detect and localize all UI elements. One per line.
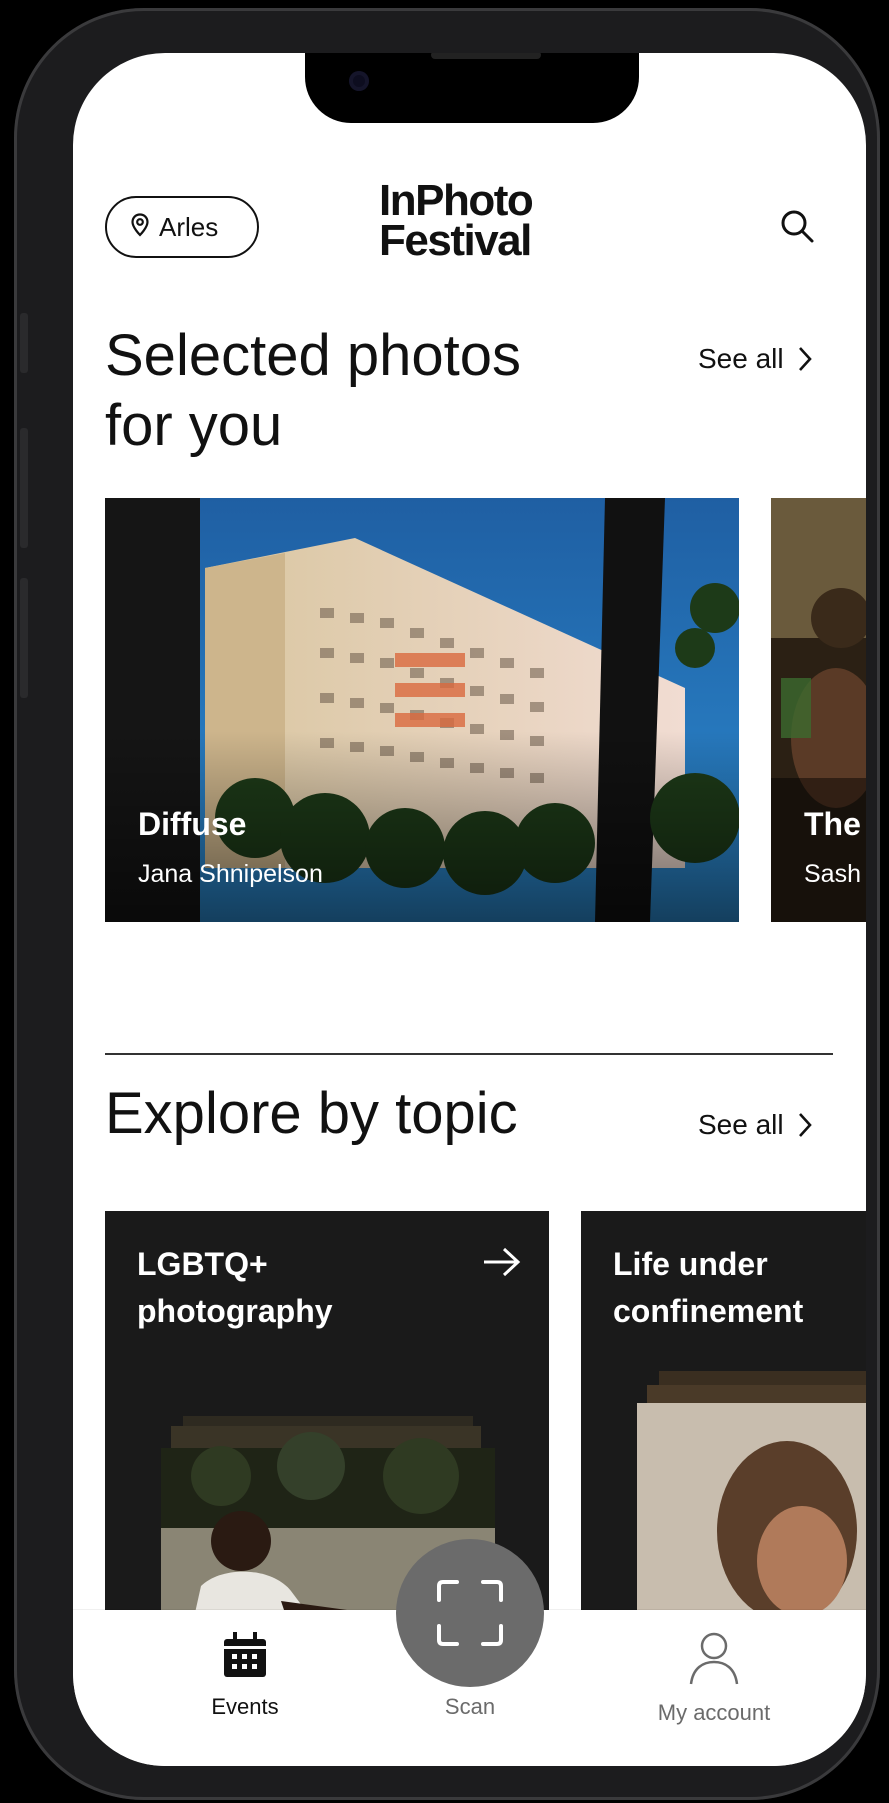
tab-scan[interactable]: Scan [420, 1694, 520, 1720]
topic-card-confinement[interactable]: Life under confinement [581, 1211, 866, 1631]
map-pin-icon [131, 212, 149, 242]
explore-topic-heading: Explore by topic [105, 1081, 518, 1146]
user-icon [689, 1632, 739, 1685]
arrow-right-icon [484, 1247, 521, 1277]
photo-card-diffuse[interactable]: Diffuse Jana Shnipelson [105, 498, 739, 922]
card-title: Diffuse [138, 806, 247, 842]
tab-label: Scan [444, 1694, 496, 1719]
topic-confinement-image [637, 1371, 866, 1631]
mute-switch [20, 313, 28, 373]
see-all-label: See all [698, 1109, 784, 1140]
scan-frame-icon [437, 1580, 503, 1646]
app-logo: InPhoto Festival [379, 176, 534, 265]
chevron-right-icon [798, 1113, 812, 1137]
notch [305, 53, 639, 123]
speaker [431, 53, 541, 59]
app-screen: Arles InPhoto Festival Selected photos f… [73, 53, 866, 1766]
calendar-icon [224, 1632, 266, 1677]
location-selector[interactable]: Arles [105, 196, 259, 258]
photo-card-the[interactable]: The Sash [771, 498, 866, 922]
photo-diffuse-image [105, 498, 739, 922]
card-author: Sash [804, 860, 861, 888]
selected-photos-heading: Selected photos for you [105, 323, 521, 458]
tab-label: My account [657, 1700, 771, 1725]
photo-the-image [771, 498, 866, 922]
topic-label: LGBTQ+ photography [137, 1246, 333, 1329]
card-author: Jana Shnipelson [138, 860, 323, 888]
tab-my-account[interactable]: My account [639, 1630, 789, 1726]
search-button[interactable] [778, 207, 816, 250]
volume-up-button [20, 428, 28, 548]
chevron-right-icon [798, 347, 812, 371]
volume-down-button [20, 578, 28, 698]
logo-line-2: Festival [379, 216, 532, 265]
location-label: Arles [159, 211, 219, 242]
phone-frame: Arles InPhoto Festival Selected photos f… [14, 8, 880, 1800]
tab-label: Events [211, 1694, 279, 1719]
section-divider [105, 1053, 833, 1055]
scan-button[interactable] [396, 1539, 544, 1687]
card-title: The [804, 806, 861, 842]
logo-line-1: InPhoto [379, 176, 534, 225]
tab-events[interactable]: Events [190, 1630, 300, 1720]
selected-see-all-link[interactable]: See all [698, 343, 812, 375]
front-camera [349, 71, 369, 91]
search-icon [781, 210, 814, 243]
topics-see-all-link[interactable]: See all [698, 1109, 812, 1141]
topic-label: Life under confinement [613, 1246, 804, 1329]
see-all-label: See all [698, 343, 784, 374]
